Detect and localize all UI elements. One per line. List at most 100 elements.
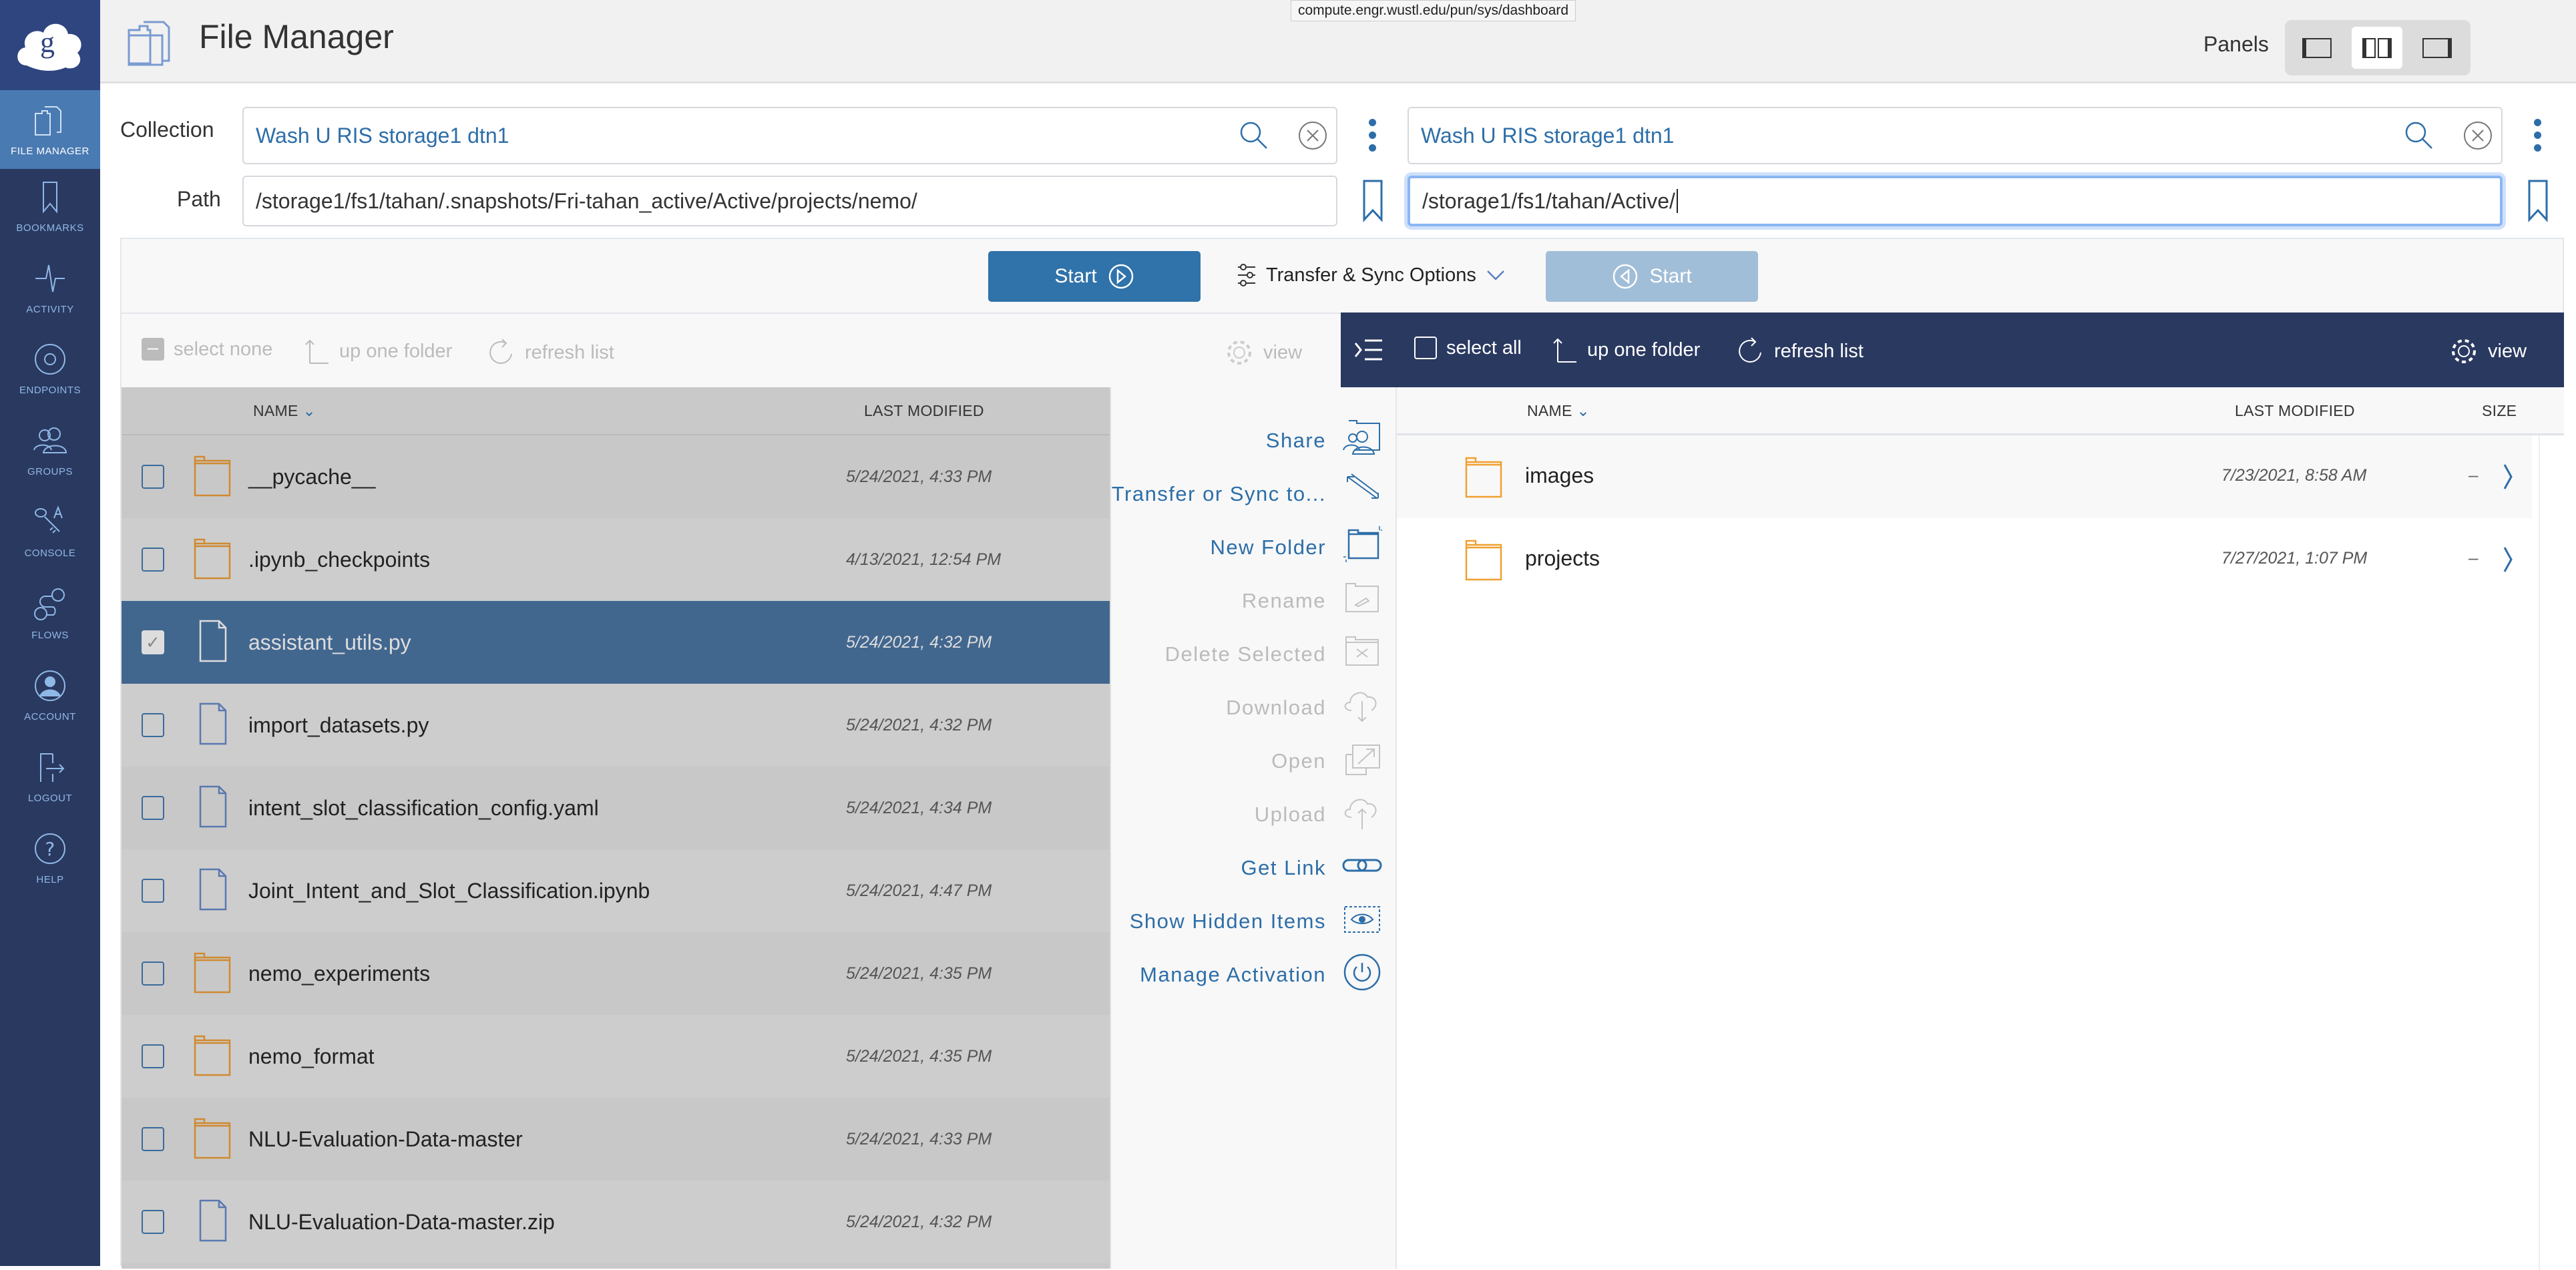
menu-item-manage-activation[interactable]: Manage Activation (1108, 948, 1396, 1002)
file-modified: 7/23/2021, 8:58 AM (2221, 466, 2367, 485)
left-view-button[interactable]: view (1225, 338, 1302, 367)
table-row[interactable]: projects 7/27/2021, 1:07 PM – (1397, 518, 2532, 601)
menu-item-open[interactable]: Open (1108, 734, 1396, 788)
sidebar-item-file-manager[interactable]: FILE MANAGER (0, 90, 100, 169)
menu-item-upload[interactable]: Upload (1108, 788, 1396, 841)
left-options-menu[interactable] (1365, 119, 1379, 152)
table-row[interactable]: __pycache__ 5/24/2021, 4:33 PM (122, 435, 1110, 518)
left-collection-input[interactable]: Wash U RIS storage1 dtn1 (242, 107, 1337, 164)
right-refresh-button[interactable]: refresh list (1738, 337, 1864, 366)
sidebar-item-flows[interactable]: FLOWS (0, 574, 100, 653)
table-row[interactable]: import_datasets.py 5/24/2021, 4:32 PM (122, 684, 1110, 767)
right-collection-input[interactable]: Wash U RIS storage1 dtn1 (1408, 107, 2503, 164)
sidebar-item-logout[interactable]: LOGOUT (0, 737, 100, 816)
menu-item-new-folder[interactable]: New Folder (1108, 521, 1396, 574)
left-path-input[interactable]: /storage1/fs1/tahan/.snapshots/Fri-tahan… (242, 176, 1337, 226)
sidebar-item-account[interactable]: ACCOUNT (0, 656, 100, 734)
file-modified: 5/24/2021, 4:32 PM (846, 715, 992, 734)
name-column-header[interactable]: NAME ⌄ (253, 402, 316, 420)
chevron-right-icon[interactable] (2502, 546, 2515, 573)
modified-column-header[interactable]: LAST MODIFIED (864, 402, 984, 420)
sidebar-item-endpoints[interactable]: ENDPOINTS (0, 329, 100, 408)
start-transfer-right-button[interactable]: Start (1546, 251, 1758, 302)
row-checkbox[interactable] (142, 1044, 164, 1068)
search-icon[interactable] (1239, 120, 1269, 151)
menu-item-delete-selected[interactable]: Delete Selected (1108, 628, 1396, 681)
search-icon[interactable] (2404, 120, 2434, 151)
sidebar: g FILE MANAGER BOOKMARKS ACTIVITY ENDPOINTS… (0, 0, 100, 1266)
table-row[interactable]: ✓ assistant_utils.py 5/24/2021, 4:32 PM (122, 601, 1110, 684)
file-name: nemo_experiments (248, 961, 431, 986)
sidebar-item-label: GROUPS (27, 465, 73, 477)
table-row[interactable]: nemo_experiments 5/24/2021, 4:35 PM (122, 932, 1110, 1015)
clear-icon[interactable] (2462, 120, 2493, 151)
table-row[interactable]: nemo_format 5/24/2021, 4:35 PM (122, 1015, 1110, 1098)
folder-icon (194, 1034, 231, 1080)
delete-icon (1342, 632, 1382, 677)
file-modified: 5/24/2021, 4:35 PM (846, 964, 992, 983)
play-left-icon (1613, 264, 1638, 289)
table-row[interactable]: Joint_Intent_and_Slot_Classification.ipy… (122, 849, 1110, 932)
right-options-menu[interactable] (2531, 119, 2544, 152)
right-path-input[interactable]: /storage1/fs1/tahan/Active/ (1408, 176, 2503, 226)
menu-item-label: Rename (1241, 589, 1326, 612)
row-checkbox[interactable] (142, 1127, 164, 1151)
url-tooltip: compute.engr.wustl.edu/pun/sys/dashboard (1291, 0, 1576, 21)
two-panel-button[interactable] (2352, 27, 2402, 69)
sidebar-item-label: ACCOUNT (24, 710, 76, 722)
toggle-menu-icon[interactable] (1354, 337, 1383, 363)
scrollbar-track[interactable] (2539, 435, 2540, 1270)
table-row[interactable]: images 7/23/2021, 8:58 AM – (1397, 435, 2532, 518)
sidebar-item-bookmarks[interactable]: BOOKMARKS (0, 167, 100, 246)
left-up-folder-button[interactable]: up one folder (303, 338, 452, 365)
right-view-button[interactable]: view (2449, 337, 2527, 366)
folder-icon (194, 537, 231, 583)
menu-item-download[interactable]: Download (1108, 681, 1396, 734)
right-path-value: /storage1/fs1/tahan/Active/ (1422, 188, 1675, 213)
sidebar-item-groups[interactable]: GROUPS (0, 411, 100, 489)
row-checkbox[interactable]: ✓ (142, 630, 164, 654)
start-transfer-left-button[interactable]: Start (988, 251, 1201, 302)
refresh-label: refresh list (1774, 340, 1864, 362)
globus-logo[interactable]: g (0, 0, 100, 90)
row-checkbox[interactable] (142, 465, 164, 489)
right-panel-button[interactable] (2412, 27, 2462, 69)
sidebar-item-help[interactable]: ? HELP (0, 819, 100, 897)
table-row[interactable]: .ipynb_checkpoints 4/13/2021, 12:54 PM (122, 518, 1110, 601)
table-row[interactable]: intent_slot_classification_config.yaml 5… (122, 767, 1110, 849)
sidebar-item-activity[interactable]: ACTIVITY (0, 248, 100, 327)
select-none-button[interactable]: – select none (142, 338, 272, 361)
chevron-right-icon[interactable] (2502, 463, 2515, 490)
menu-item-share[interactable]: Share (1108, 414, 1396, 467)
row-checkbox[interactable] (142, 1210, 164, 1234)
menu-item-transfer-or-sync-to[interactable]: Transfer or Sync to... (1108, 467, 1396, 521)
two-panel-icon (2362, 37, 2392, 58)
sidebar-item-console[interactable]: CONSOLE (0, 492, 100, 571)
size-column-header[interactable]: SIZE (2482, 402, 2517, 420)
single-panel-button[interactable] (2292, 27, 2342, 69)
right-up-folder-button[interactable]: up one folder (1551, 337, 1700, 363)
menu-item-label: Open (1271, 749, 1326, 773)
table-row[interactable]: NLU-Evaluation-Data-master.zip 5/24/2021… (122, 1181, 1110, 1263)
download-icon (1342, 685, 1382, 730)
select-all-button[interactable]: select all (1414, 337, 1522, 359)
left-bookmark-icon[interactable] (1362, 179, 1383, 223)
right-bookmark-icon[interactable] (2527, 179, 2549, 223)
row-checkbox[interactable] (142, 879, 164, 903)
name-column-header[interactable]: NAME ⌄ (1527, 402, 1590, 420)
menu-item-get-link[interactable]: Get Link (1108, 841, 1396, 895)
clear-icon[interactable] (1297, 120, 1328, 151)
menu-item-label: Get Link (1241, 856, 1326, 879)
transfer-sync-options[interactable]: Transfer & Sync Options (1237, 262, 1506, 288)
row-checkbox[interactable] (142, 962, 164, 986)
path-label: Path (177, 187, 221, 211)
table-row[interactable]: NLU-Evaluation-Data-master 5/24/2021, 4:… (122, 1098, 1110, 1181)
menu-item-rename[interactable]: Rename (1108, 574, 1396, 628)
row-checkbox[interactable] (142, 713, 164, 737)
menu-item-show-hidden-items[interactable]: Show Hidden Items (1108, 895, 1396, 948)
modified-column-header[interactable]: LAST MODIFIED (2235, 402, 2355, 420)
left-path-value: /storage1/fs1/tahan/.snapshots/Fri-tahan… (256, 188, 917, 213)
row-checkbox[interactable] (142, 796, 164, 820)
row-checkbox[interactable] (142, 548, 164, 572)
left-refresh-button[interactable]: refresh list (489, 338, 614, 367)
